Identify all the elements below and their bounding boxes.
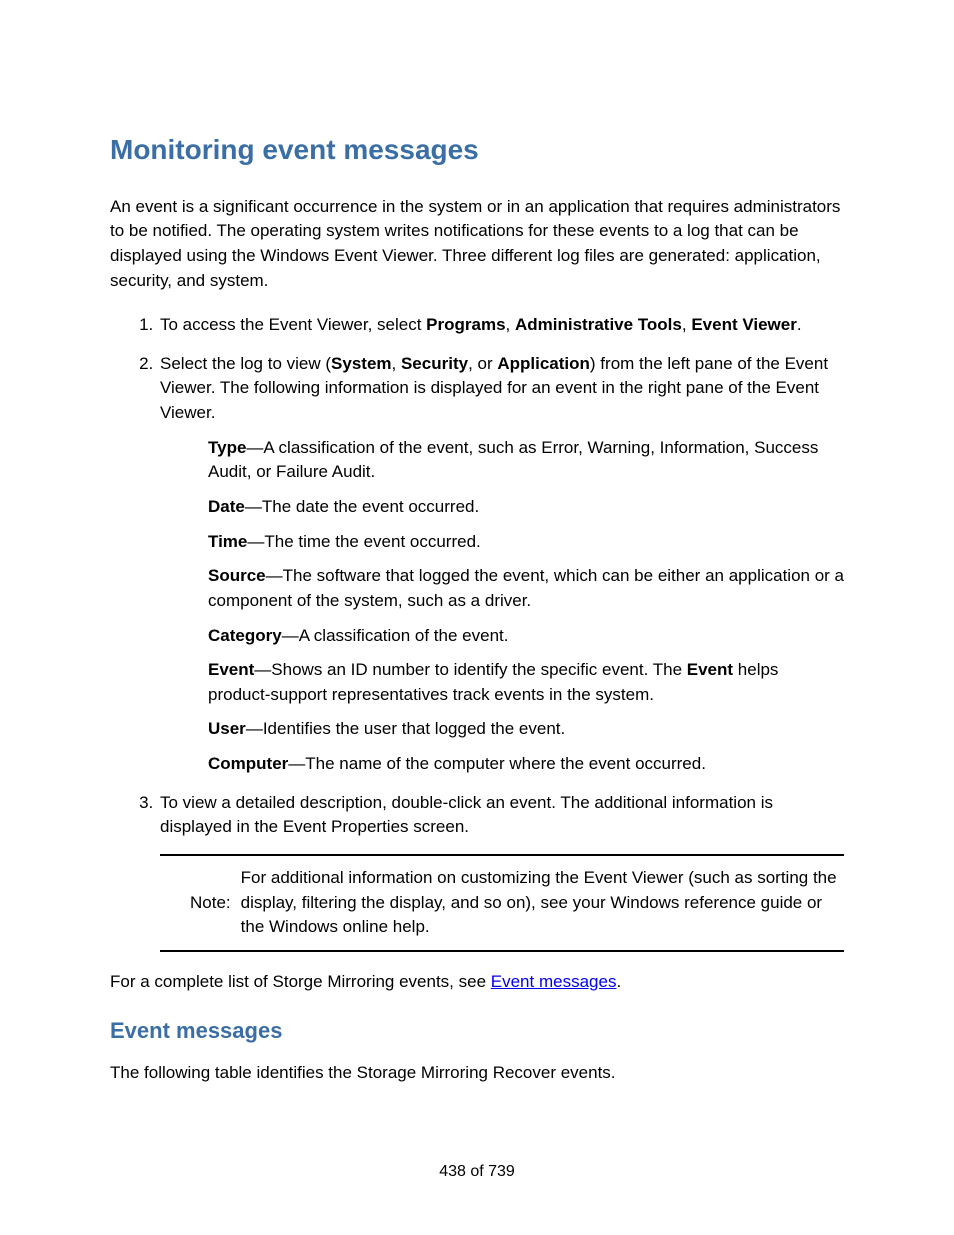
def-type: Type—A classification of the event, such… [208, 436, 844, 485]
page-title: Monitoring event messages [110, 130, 844, 171]
note-box: Note: For additional information on cust… [160, 854, 844, 952]
closing-paragraph: For a complete list of Storge Mirroring … [110, 970, 844, 995]
step-2: Select the log to view (System, Security… [158, 352, 844, 777]
def-event: Event—Shows an ID number to identify the… [208, 658, 844, 707]
note-label: Note: [160, 891, 241, 916]
steps-list: To access the Event Viewer, select Progr… [110, 313, 844, 952]
def-user: User—Identifies the user that logged the… [208, 717, 844, 742]
def-source: Source—The software that logged the even… [208, 564, 844, 613]
section-heading-event-messages: Event messages [110, 1015, 844, 1047]
def-time: Time—The time the event occurred. [208, 530, 844, 555]
intro-paragraph: An event is a significant occurrence in … [110, 195, 844, 294]
def-computer: Computer—The name of the computer where … [208, 752, 844, 777]
step-3: To view a detailed description, double-c… [158, 791, 844, 952]
definitions-list: Type—A classification of the event, such… [160, 436, 844, 777]
def-date: Date—The date the event occurred. [208, 495, 844, 520]
step-1: To access the Event Viewer, select Progr… [158, 313, 844, 338]
sub-intro-paragraph: The following table identifies the Stora… [110, 1061, 844, 1086]
note-text: For additional information on customizin… [241, 866, 844, 940]
event-messages-link[interactable]: Event messages [491, 972, 617, 991]
def-category: Category—A classification of the event. [208, 624, 844, 649]
page-number: 438 of 739 [0, 1160, 954, 1183]
